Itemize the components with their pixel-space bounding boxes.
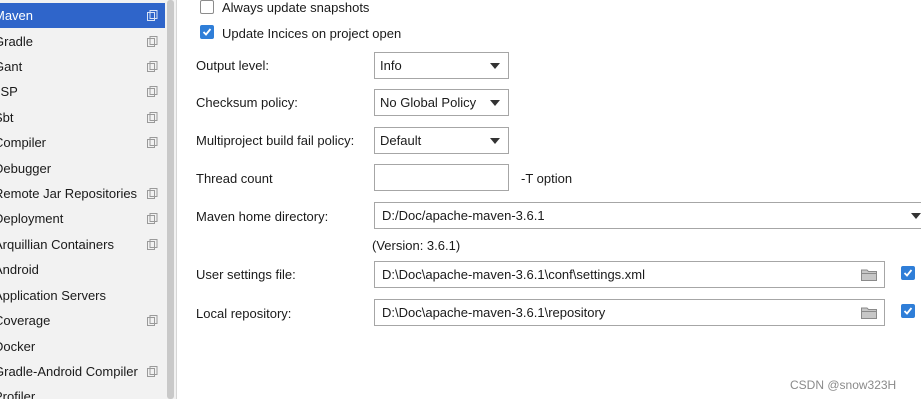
thread-count-label: Thread count bbox=[196, 171, 273, 186]
chevron-down-icon bbox=[490, 100, 500, 106]
scrollbar-thumb[interactable] bbox=[167, 0, 174, 399]
user-settings-file-value: D:\Doc\apache-maven-3.6.1\conf\settings.… bbox=[382, 267, 646, 282]
update-indices-label: Update Incices on project open bbox=[222, 26, 402, 41]
sidebar-item-label: Compiler bbox=[0, 135, 47, 150]
output-level-select[interactable]: Info bbox=[374, 52, 509, 79]
copy-icon bbox=[147, 315, 158, 326]
sidebar-item-label: Android bbox=[0, 262, 39, 277]
copy-icon bbox=[147, 239, 158, 250]
thread-count-suffix: -T option bbox=[521, 171, 573, 186]
copy-icon bbox=[147, 112, 158, 123]
sidebar-item-debugger[interactable]: Debugger bbox=[0, 156, 165, 181]
chevron-down-icon bbox=[490, 138, 500, 144]
sidebar-item-label: Arquillian Containers bbox=[0, 237, 114, 252]
copy-icon bbox=[147, 366, 158, 377]
sidebar-item-label: Maven bbox=[0, 8, 34, 23]
user-settings-override-checkbox[interactable] bbox=[901, 266, 915, 280]
sidebar-item-compiler[interactable]: Compiler bbox=[0, 130, 165, 155]
sidebar-item-gradle[interactable]: Gradle bbox=[0, 29, 165, 54]
settings-sidebar: Maven Gradle Gant JSP Sbt Compiler Debug… bbox=[0, 0, 165, 399]
always-update-snapshots-checkbox[interactable] bbox=[200, 0, 214, 14]
checksum-policy-label: Checksum policy: bbox=[196, 95, 298, 110]
watermark: CSDN @snow323H bbox=[790, 378, 897, 392]
checksum-policy-value: No Global Policy bbox=[380, 95, 477, 110]
maven-home-label: Maven home directory: bbox=[196, 209, 329, 224]
thread-count-input[interactable] bbox=[374, 164, 509, 191]
folder-icon[interactable] bbox=[861, 268, 877, 281]
multiproject-fail-policy-value: Default bbox=[380, 133, 422, 148]
local-repository-input[interactable]: D:\Doc\apache-maven-3.6.1\repository bbox=[374, 299, 885, 326]
sidebar-item-label: Gradle bbox=[0, 34, 34, 49]
update-indices-checkbox[interactable] bbox=[200, 25, 214, 39]
sidebar-item-gradle-android-compiler[interactable]: Gradle-Android Compiler bbox=[0, 359, 165, 384]
maven-version-text: (Version: 3.6.1) bbox=[372, 238, 461, 253]
always-update-snapshots-label: Always update snapshots bbox=[222, 0, 370, 15]
sidebar-item-maven[interactable]: Maven bbox=[0, 3, 165, 28]
sidebar-item-arquillian-containers[interactable]: Arquillian Containers bbox=[0, 232, 165, 257]
sidebar-item-gant[interactable]: Gant bbox=[0, 54, 165, 79]
chevron-down-icon bbox=[911, 213, 921, 219]
local-repository-value: D:\Doc\apache-maven-3.6.1\repository bbox=[382, 305, 606, 320]
sidebar-item-android[interactable]: Android bbox=[0, 257, 165, 282]
multiproject-fail-policy-label: Multiproject build fail policy: bbox=[196, 133, 355, 148]
copy-icon bbox=[147, 36, 158, 47]
sidebar-item-label: JSP bbox=[0, 84, 18, 99]
copy-icon bbox=[147, 137, 158, 148]
checksum-policy-select[interactable]: No Global Policy bbox=[374, 89, 509, 116]
sidebar-item-label: Gant bbox=[0, 59, 23, 74]
output-level-label: Output level: bbox=[196, 58, 269, 73]
copy-icon bbox=[147, 10, 158, 21]
copy-icon bbox=[147, 61, 158, 72]
sidebar-item-label: Debugger bbox=[0, 161, 52, 176]
sidebar-item-application-servers[interactable]: Application Servers bbox=[0, 283, 165, 308]
sidebar-item-label: Deployment bbox=[0, 211, 64, 226]
copy-icon bbox=[147, 213, 158, 224]
sidebar-item-label: Remote Jar Repositories bbox=[0, 186, 138, 201]
sidebar-item-label: Gradle-Android Compiler bbox=[0, 364, 138, 379]
sidebar-item-sbt[interactable]: Sbt bbox=[0, 105, 165, 130]
local-repository-label: Local repository: bbox=[196, 306, 292, 321]
chevron-down-icon bbox=[490, 63, 500, 69]
sidebar-item-coverage[interactable]: Coverage bbox=[0, 308, 165, 333]
sidebar-item-label: Docker bbox=[0, 339, 36, 354]
sidebar-item-label: Coverage bbox=[0, 313, 51, 328]
sidebar-item-label: Sbt bbox=[0, 110, 14, 125]
multiproject-fail-policy-select[interactable]: Default bbox=[374, 127, 509, 154]
maven-home-value: D:/Doc/apache-maven-3.6.1 bbox=[382, 208, 545, 223]
copy-icon bbox=[147, 188, 158, 199]
user-settings-file-input[interactable]: D:\Doc\apache-maven-3.6.1\conf\settings.… bbox=[374, 261, 885, 288]
sidebar-item-jsp[interactable]: JSP bbox=[0, 79, 165, 104]
checkmark-icon bbox=[903, 307, 913, 315]
sidebar-item-deployment[interactable]: Deployment bbox=[0, 206, 165, 231]
sidebar-item-label: Application Servers bbox=[0, 288, 106, 303]
sidebar-item-remote-jar-repositories[interactable]: Remote Jar Repositories bbox=[0, 181, 165, 206]
sidebar-scrollbar[interactable] bbox=[165, 0, 177, 399]
local-repository-override-checkbox[interactable] bbox=[901, 304, 915, 318]
checkmark-icon bbox=[202, 28, 212, 36]
sidebar-item-label: Profiler bbox=[0, 389, 36, 399]
sidebar-item-profiler[interactable]: Profiler bbox=[0, 384, 165, 399]
maven-home-combo[interactable]: D:/Doc/apache-maven-3.6.1 bbox=[374, 202, 921, 229]
user-settings-file-label: User settings file: bbox=[196, 267, 296, 282]
sidebar-item-docker[interactable]: Docker bbox=[0, 334, 165, 359]
checkmark-icon bbox=[903, 269, 913, 277]
output-level-value: Info bbox=[380, 58, 402, 73]
folder-icon[interactable] bbox=[861, 306, 877, 319]
copy-icon bbox=[147, 86, 158, 97]
